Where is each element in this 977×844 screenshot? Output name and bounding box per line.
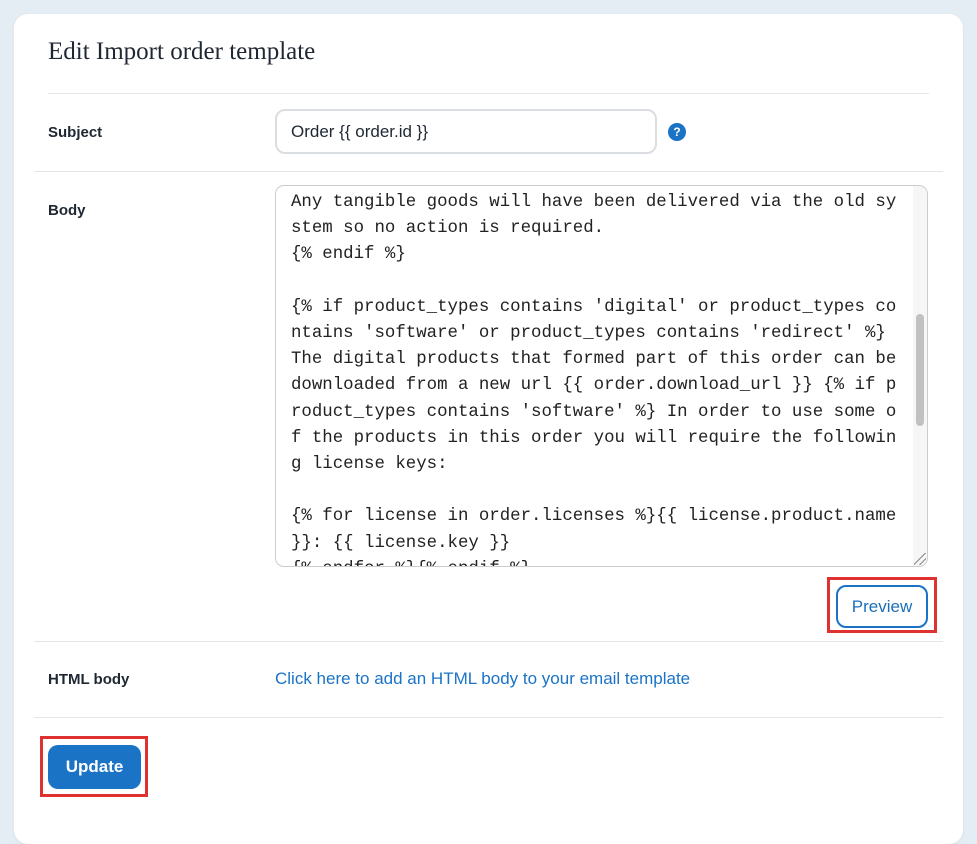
resize-handle-icon[interactable] xyxy=(914,553,926,565)
page-title: Edit Import order template xyxy=(48,38,316,65)
edit-template-card: Edit Import order template Subject ? Bod… xyxy=(14,14,963,844)
title-divider xyxy=(48,93,929,94)
body-text[interactable]: Any tangible goods will have been delive… xyxy=(291,190,901,566)
preview-button[interactable]: Preview xyxy=(836,585,928,628)
body-textarea[interactable]: Any tangible goods will have been delive… xyxy=(275,185,928,567)
html-body-label: HTML body xyxy=(48,671,130,688)
body-scrollbar[interactable] xyxy=(913,186,927,566)
scrollbar-thumb[interactable] xyxy=(916,314,924,426)
subject-input[interactable] xyxy=(275,109,657,154)
body-divider xyxy=(34,641,943,642)
body-label: Body xyxy=(48,202,86,219)
add-html-body-link[interactable]: Click here to add an HTML body to your e… xyxy=(275,669,690,689)
html-body-divider xyxy=(34,717,943,718)
subject-label: Subject xyxy=(48,124,103,141)
update-button[interactable]: Update xyxy=(48,745,141,789)
subject-divider xyxy=(34,171,943,172)
help-icon[interactable]: ? xyxy=(668,123,686,141)
